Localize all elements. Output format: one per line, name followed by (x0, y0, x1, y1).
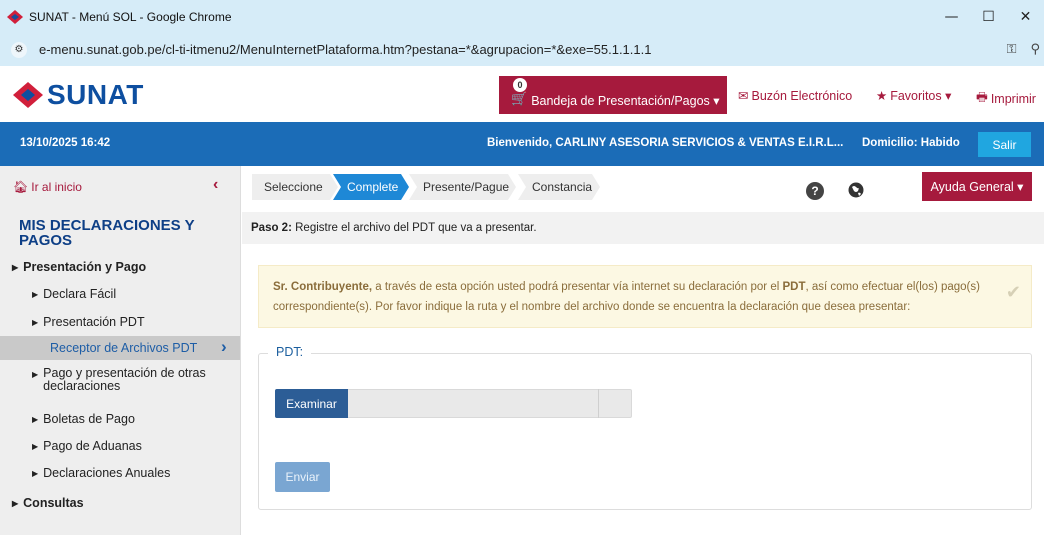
printer-icon: 🖶 (976, 90, 988, 104)
home-label: Ir al inicio (31, 180, 82, 194)
password-key-icon[interactable]: ⚿ (1007, 42, 1017, 57)
buzon-label: Buzón Electrónico (751, 88, 853, 103)
sidebar-item-declara-facil[interactable]: ▶ Declara Fácil (32, 287, 116, 301)
site-info-icon[interactable]: ⚙ (11, 41, 27, 58)
triangle-right-icon: ▶ (32, 414, 39, 424)
sidebar-item-label: Presentación PDT (43, 315, 145, 329)
triangle-right-icon: ▶ (12, 498, 19, 508)
domicilio-status: Domicilio: Habido (862, 137, 960, 149)
step-complete[interactable]: Complete (333, 174, 409, 200)
sidebar-item-declaraciones-anuales[interactable]: ▶ Declaraciones Anuales (32, 466, 170, 480)
user-status-bar: 13/10/2025 16:42 Bienvenido, CARLINY ASE… (0, 122, 1044, 166)
sidebar-item-presentacion-pdt[interactable]: ▶ Presentación PDT (32, 315, 145, 329)
envelope-icon: ✉ (738, 89, 749, 103)
sidebar-item-receptor-archivos-pdt[interactable]: Receptor de Archivos PDT › (0, 336, 240, 360)
alert-bold-greeting: Sr. Contribuyente, (273, 281, 373, 293)
wizard-steps: Seleccione Complete Presente/Pague Const… (242, 166, 1044, 210)
step-seleccione[interactable]: Seleccione (252, 174, 338, 200)
favoritos-link[interactable]: ★ Favoritos ▾ (876, 88, 951, 103)
buzon-electronico-link[interactable]: ✉ Buzón Electrónico (738, 88, 853, 104)
sidebar-item-label: Presentación y Pago (23, 260, 147, 274)
site-header: SUNAT 0 🛒 Bandeja de Presentación/Pagos … (0, 66, 1044, 122)
check-icon: ✔ (1005, 282, 1021, 302)
step-label: Presente/Pague (423, 180, 510, 194)
imprimir-label: Imprimir (990, 91, 1036, 106)
triangle-right-icon: ▶ (32, 468, 39, 478)
close-button[interactable]: ✕ (1007, 0, 1044, 33)
enviar-button[interactable]: Enviar (275, 462, 330, 492)
home-link[interactable]: 🏠︎ Ir al inicio (13, 180, 82, 194)
help-question-icon[interactable]: ? (806, 182, 824, 200)
imprimir-link[interactable]: 🖶 Imprimir (976, 88, 1036, 109)
pdt-legend: PDT: (268, 345, 312, 359)
sidebar-item-pago-otras-declaraciones[interactable]: ▶ Pago y presentación de otras declaraci… (32, 367, 222, 393)
chevron-right-icon: › (221, 337, 227, 356)
collapse-sidebar-icon[interactable]: ‹ (213, 176, 218, 194)
step-instruction-bold: Paso 2: (251, 222, 292, 234)
alert-bold-pdt: PDT (782, 281, 806, 293)
sidebar-item-label: Declaraciones Anuales (43, 466, 171, 480)
address-bar: ⚙ e-menu.sunat.gob.pe/cl-ti-itmenu2/Menu… (0, 33, 1044, 66)
window-title: SUNAT - Menú SOL - Google Chrome (29, 9, 232, 24)
sidebar-item-consultas[interactable]: ▶ Consultas (12, 496, 84, 510)
sidebar-item-label: Consultas (23, 496, 84, 510)
triangle-right-icon: ▶ (32, 317, 39, 327)
bandeja-label: Bandeja de Presentación/Pagos ▾ (531, 93, 720, 108)
triangle-right-icon: ▶ (32, 289, 39, 299)
globe-icon[interactable] (848, 182, 864, 198)
step-instruction-text: Registre el archivo del PDT que va a pre… (291, 222, 537, 234)
step-label: Complete (347, 180, 399, 194)
window-controls: — ☐ ✕ (933, 0, 1044, 33)
triangle-right-icon: ▶ (12, 262, 19, 272)
browser-title-bar: SUNAT - Menú SOL - Google Chrome — ☐ ✕ (0, 0, 1044, 33)
step-label: Constancia (532, 180, 593, 194)
step-label: Seleccione (264, 180, 323, 194)
sunat-favicon-icon (7, 9, 23, 24)
step-constancia[interactable]: Constancia (518, 174, 600, 200)
triangle-right-icon: ▶ (32, 370, 39, 379)
sidebar-item-label: Receptor de Archivos PDT (50, 341, 198, 355)
url-field[interactable]: e-menu.sunat.gob.pe/cl-ti-itmenu2/MenuIn… (39, 42, 651, 57)
sidebar-item-boletas-pago[interactable]: ▶ Boletas de Pago (32, 412, 135, 426)
welcome-message: Bienvenido, CARLINY ASESORIA SERVICIOS &… (487, 137, 844, 149)
sidebar-title: MIS DECLARACIONES Y PAGOS (19, 217, 195, 249)
step-presente-pague[interactable]: Presente/Pague (409, 174, 516, 200)
sidebar-item-label: Boletas de Pago (43, 412, 135, 426)
examinar-button[interactable]: Examinar (275, 389, 348, 418)
file-input-divider (598, 389, 599, 418)
cart-icon: 🛒 (511, 91, 528, 106)
sunat-logo-icon (13, 82, 43, 108)
zoom-icon[interactable]: ⚲ (1030, 42, 1040, 57)
datetime: 13/10/2025 16:42 (20, 137, 111, 149)
favoritos-label: Favoritos ▾ (890, 89, 952, 103)
sidebar-item-pago-aduanas[interactable]: ▶ Pago de Aduanas (32, 439, 142, 453)
info-alert: Sr. Contribuyente, a través de esta opci… (258, 265, 1032, 328)
star-icon: ★ (876, 89, 888, 103)
sidebar-item-label: Pago y presentación de otras declaracion… (43, 366, 206, 393)
maximize-button[interactable]: ☐ (970, 0, 1007, 33)
pdt-fieldset (258, 353, 1032, 510)
home-icon: 🏠︎ (13, 180, 29, 194)
address-bar-actions: ⚿ ⚲ (1007, 33, 1040, 66)
alert-text-1: a través de esta opción usted podrá pres… (372, 281, 783, 293)
sunat-logo[interactable]: SUNAT (13, 79, 144, 111)
bandeja-badge: 0 (513, 78, 527, 92)
step-instruction: Paso 2: Registre el archivo del PDT que … (242, 212, 1044, 244)
sidebar-item-presentacion-pago[interactable]: ▶ Presentación y Pago (12, 260, 146, 274)
logo-text: SUNAT (47, 79, 144, 110)
ayuda-general-button[interactable]: Ayuda General ▾ (922, 172, 1032, 201)
sidebar-item-label: Declara Fácil (43, 287, 117, 301)
sidebar: 🏠︎ Ir al inicio ‹ MIS DECLARACIONES Y PA… (0, 166, 241, 535)
bandeja-presentacion-button[interactable]: 0 🛒 Bandeja de Presentación/Pagos ▾ (499, 76, 727, 114)
salir-button[interactable]: Salir (978, 132, 1031, 157)
triangle-right-icon: ▶ (32, 441, 39, 451)
sidebar-item-label: Pago de Aduanas (43, 439, 142, 453)
minimize-button[interactable]: — (933, 0, 970, 33)
